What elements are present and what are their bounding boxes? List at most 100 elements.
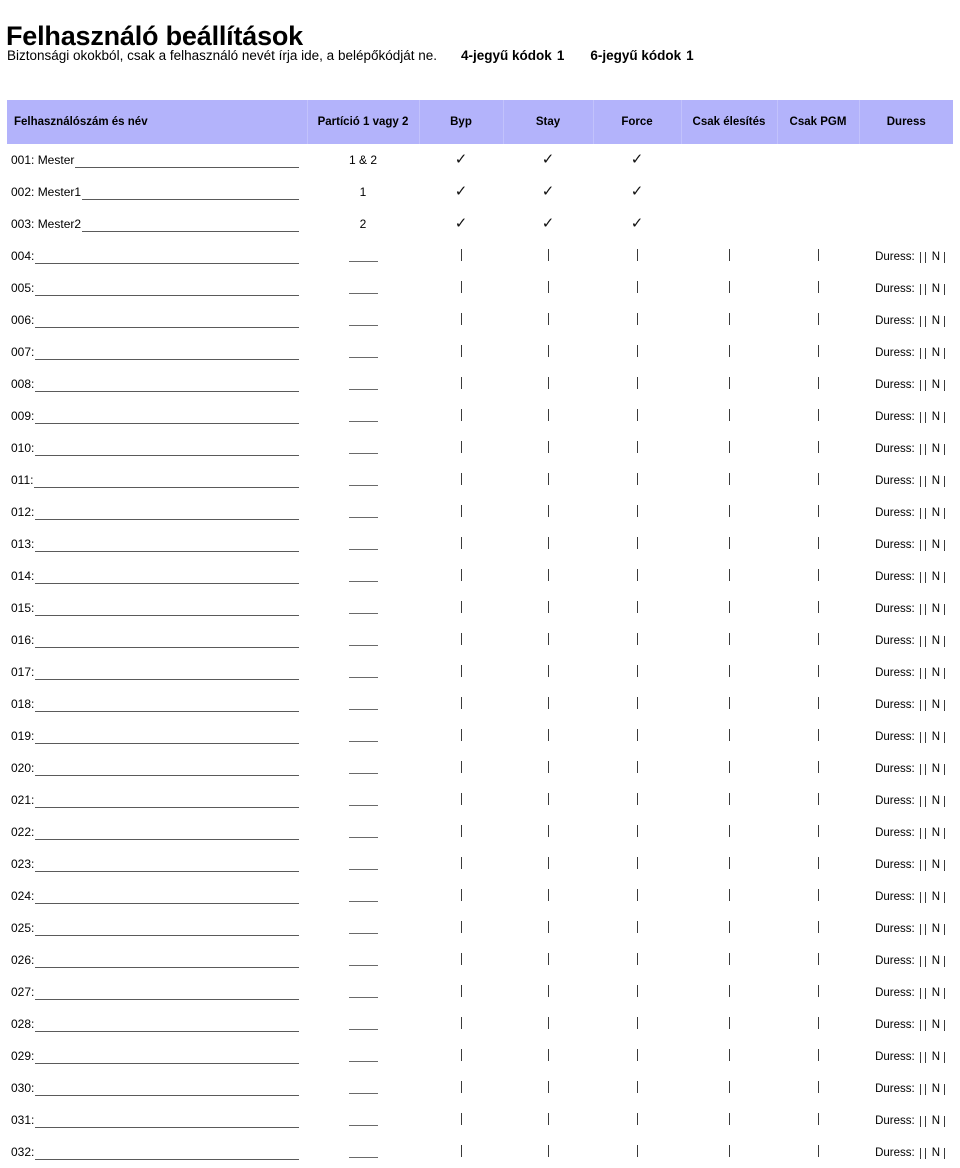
byp-cell[interactable] bbox=[419, 496, 503, 528]
user-name-write-in-line[interactable] bbox=[35, 633, 299, 648]
force-cell[interactable] bbox=[593, 944, 681, 976]
user-name-write-in-line[interactable] bbox=[34, 473, 299, 488]
byp-cell[interactable] bbox=[419, 240, 503, 272]
duress-yes-tick-icon-2[interactable] bbox=[924, 892, 926, 903]
partition-cell[interactable] bbox=[307, 592, 419, 624]
duress-cell[interactable]: Duress: N bbox=[859, 1008, 953, 1040]
duress-yes-tick-icon[interactable] bbox=[919, 668, 921, 679]
duress-yes-tick-icon-2[interactable] bbox=[924, 380, 926, 391]
partition-write-in-line[interactable] bbox=[348, 891, 378, 903]
force-cell[interactable] bbox=[593, 368, 681, 400]
partition-cell[interactable] bbox=[307, 688, 419, 720]
duress-no-tick-icon[interactable] bbox=[944, 956, 945, 967]
duress-cell[interactable]: Duress: N bbox=[859, 560, 953, 592]
duress-cell[interactable]: Duress: N bbox=[859, 784, 953, 816]
force-cell[interactable] bbox=[593, 400, 681, 432]
byp-cell[interactable] bbox=[419, 912, 503, 944]
force-cell[interactable] bbox=[593, 464, 681, 496]
force-cell[interactable] bbox=[593, 1072, 681, 1104]
duress-yes-tick-icon[interactable] bbox=[919, 924, 921, 935]
duress-cell[interactable]: Duress: N bbox=[859, 752, 953, 784]
arm-only-cell[interactable] bbox=[681, 1104, 777, 1136]
duress-yes-tick-icon-2[interactable] bbox=[924, 572, 926, 583]
force-cell[interactable] bbox=[593, 880, 681, 912]
user-name-write-in-line[interactable] bbox=[35, 985, 299, 1000]
stay-cell[interactable] bbox=[503, 1040, 593, 1072]
duress-yes-tick-icon[interactable] bbox=[919, 444, 921, 455]
duress-yes-tick-icon[interactable] bbox=[919, 476, 921, 487]
user-name-cell[interactable]: 010: bbox=[7, 432, 307, 464]
partition-write-in-line[interactable] bbox=[348, 315, 378, 327]
pgm-only-cell[interactable] bbox=[777, 816, 859, 848]
duress-cell[interactable]: Duress: N bbox=[859, 432, 953, 464]
duress-yes-tick-icon[interactable] bbox=[919, 1052, 921, 1063]
byp-cell[interactable] bbox=[419, 272, 503, 304]
partition-cell[interactable] bbox=[307, 560, 419, 592]
stay-cell[interactable] bbox=[503, 400, 593, 432]
pgm-only-cell[interactable] bbox=[777, 784, 859, 816]
stay-cell[interactable] bbox=[503, 336, 593, 368]
arm-only-cell[interactable] bbox=[681, 272, 777, 304]
duress-yes-tick-icon[interactable] bbox=[919, 1084, 921, 1095]
partition-cell[interactable] bbox=[307, 720, 419, 752]
user-name-cell[interactable]: 006: bbox=[7, 304, 307, 336]
duress-yes-tick-icon-2[interactable] bbox=[924, 860, 926, 871]
partition-cell[interactable] bbox=[307, 880, 419, 912]
duress-yes-tick-icon-2[interactable] bbox=[924, 508, 926, 519]
duress-cell[interactable]: Duress: N bbox=[859, 272, 953, 304]
stay-cell[interactable] bbox=[503, 944, 593, 976]
arm-only-cell[interactable] bbox=[681, 432, 777, 464]
user-name-cell[interactable]: 023: bbox=[7, 848, 307, 880]
stay-cell[interactable] bbox=[503, 880, 593, 912]
force-cell[interactable] bbox=[593, 688, 681, 720]
stay-cell[interactable] bbox=[503, 656, 593, 688]
partition-cell[interactable] bbox=[307, 368, 419, 400]
pgm-only-cell[interactable] bbox=[777, 1136, 859, 1168]
user-name-cell[interactable]: 005: bbox=[7, 272, 307, 304]
user-name-cell[interactable]: 020: bbox=[7, 752, 307, 784]
user-name-write-in-line[interactable] bbox=[35, 1145, 299, 1160]
duress-no-tick-icon[interactable] bbox=[944, 764, 945, 775]
pgm-only-cell[interactable] bbox=[777, 400, 859, 432]
user-name-write-in-line[interactable] bbox=[35, 1081, 299, 1096]
stay-cell[interactable] bbox=[503, 912, 593, 944]
duress-yes-tick-icon[interactable] bbox=[919, 284, 921, 295]
force-cell[interactable]: ✓ bbox=[593, 176, 681, 208]
arm-only-cell[interactable] bbox=[681, 528, 777, 560]
user-name-write-in-line[interactable] bbox=[35, 729, 299, 744]
stay-cell[interactable] bbox=[503, 624, 593, 656]
duress-no-tick-icon[interactable] bbox=[944, 572, 945, 583]
stay-cell[interactable] bbox=[503, 752, 593, 784]
user-name-write-in-line[interactable] bbox=[35, 313, 299, 328]
user-name-cell[interactable]: 016: bbox=[7, 624, 307, 656]
arm-only-cell[interactable] bbox=[681, 944, 777, 976]
duress-yes-tick-icon-2[interactable] bbox=[924, 1148, 926, 1159]
stay-cell[interactable] bbox=[503, 1104, 593, 1136]
user-name-write-in-line[interactable] bbox=[35, 1017, 299, 1032]
pgm-only-cell[interactable] bbox=[777, 560, 859, 592]
byp-cell[interactable]: ✓ bbox=[419, 208, 503, 240]
byp-cell[interactable] bbox=[419, 1104, 503, 1136]
duress-no-tick-icon[interactable] bbox=[944, 380, 945, 391]
partition-write-in-line[interactable] bbox=[348, 955, 378, 967]
partition-write-in-line[interactable] bbox=[348, 1083, 378, 1095]
duress-no-tick-icon[interactable] bbox=[944, 636, 945, 647]
duress-no-tick-icon[interactable] bbox=[944, 412, 945, 423]
user-name-write-in-line[interactable] bbox=[35, 441, 299, 456]
duress-cell[interactable]: Duress: N bbox=[859, 1040, 953, 1072]
duress-no-tick-icon[interactable] bbox=[944, 604, 945, 615]
user-name-write-in-line[interactable] bbox=[35, 857, 299, 872]
user-name-write-in-line[interactable] bbox=[35, 505, 299, 520]
duress-yes-tick-icon-2[interactable] bbox=[924, 700, 926, 711]
partition-write-in-line[interactable] bbox=[348, 475, 378, 487]
user-name-write-in-line[interactable] bbox=[35, 889, 299, 904]
user-name-cell[interactable]: 030: bbox=[7, 1072, 307, 1104]
duress-cell[interactable]: Duress: N bbox=[859, 624, 953, 656]
duress-yes-tick-icon[interactable] bbox=[919, 764, 921, 775]
duress-yes-tick-icon[interactable] bbox=[919, 252, 921, 263]
byp-cell[interactable]: ✓ bbox=[419, 176, 503, 208]
user-name-cell[interactable]: 007: bbox=[7, 336, 307, 368]
duress-cell[interactable]: Duress: N bbox=[859, 912, 953, 944]
user-name-write-in-line[interactable] bbox=[82, 185, 299, 200]
partition-cell[interactable] bbox=[307, 496, 419, 528]
